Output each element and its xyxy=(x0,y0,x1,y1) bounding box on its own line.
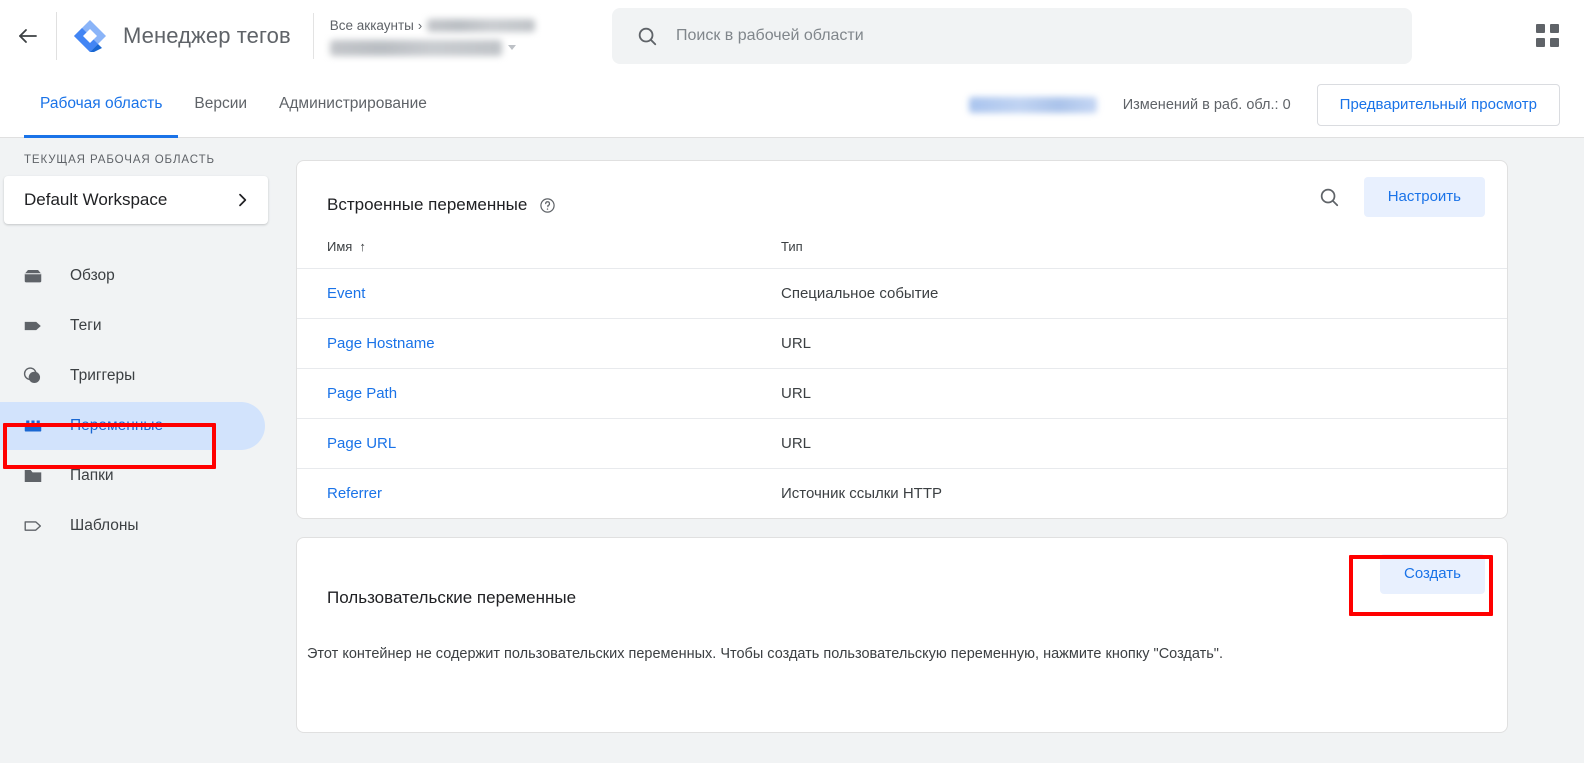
user-card-actions: Создать xyxy=(1379,554,1485,594)
back-arrow-icon[interactable] xyxy=(0,0,56,71)
table-row[interactable]: Page URL URL xyxy=(297,418,1507,469)
workspace-changes-count: Изменений в раб. обл.: 0 xyxy=(1122,96,1291,113)
top-header: Менеджер тегов Все аккаунты › xyxy=(0,0,1584,71)
variable-name-cell: Referrer xyxy=(297,469,781,519)
sidebar-item-label: Теги xyxy=(70,317,102,334)
folder-icon xyxy=(22,465,48,487)
tab-admin[interactable]: Администрирование xyxy=(263,71,443,138)
variable-type-cell: URL xyxy=(781,368,1507,419)
tab-list: Рабочая область Версии Администрирование xyxy=(24,71,443,138)
user-variables-empty-state: Этот контейнер не содержит пользовательс… xyxy=(307,646,1223,662)
tag-icon xyxy=(22,315,48,337)
tab-bar-actions: Изменений в раб. обл.: 0 Предварительный… xyxy=(968,71,1560,138)
submit-button-redacted[interactable] xyxy=(968,96,1097,113)
sidebar-item-variables[interactable]: Переменные xyxy=(0,402,265,450)
sidebar-item-label: Переменные xyxy=(70,417,164,434)
variable-link[interactable]: Page URL xyxy=(327,435,396,452)
sidebar-item-folders[interactable]: Папки xyxy=(0,452,296,500)
variable-name-cell: Event xyxy=(297,268,781,319)
builtin-card-actions: Настроить xyxy=(1314,177,1485,217)
current-workspace-label: ТЕКУЩАЯ РАБОЧАЯ ОБЛАСТЬ xyxy=(24,154,215,166)
table-row[interactable]: Page Path URL xyxy=(297,368,1507,419)
variable-link[interactable]: Event xyxy=(327,285,365,302)
variable-link[interactable]: Page Path xyxy=(327,385,397,402)
builtin-variables-title: Встроенные переменные xyxy=(327,195,528,214)
variable-link[interactable]: Referrer xyxy=(327,485,382,502)
search-input[interactable] xyxy=(676,27,1376,45)
sidebar-nav: Обзор Теги Триггеры Переменные Папки Шаб… xyxy=(0,252,296,550)
sidebar-item-templates[interactable]: Шаблоны xyxy=(0,502,296,550)
page-title: Менеджер тегов xyxy=(123,22,291,48)
sidebar-item-triggers[interactable]: Триггеры xyxy=(0,352,296,400)
apps-grid-dot xyxy=(1550,24,1559,33)
breadcrumb-all-accounts[interactable]: Все аккаунты xyxy=(330,18,414,33)
breadcrumb-line-accounts[interactable]: Все аккаунты › xyxy=(330,18,560,33)
variable-type-cell: URL xyxy=(781,418,1507,469)
tab-bar: Рабочая область Версии Администрирование… xyxy=(0,71,1584,138)
search-bar[interactable] xyxy=(612,8,1412,64)
create-button[interactable]: Создать xyxy=(1379,554,1485,594)
table-row[interactable]: Page Hostname URL xyxy=(297,318,1507,369)
column-header-type[interactable]: Тип xyxy=(781,223,1507,269)
apps-grid-dot xyxy=(1550,38,1559,47)
sidebar-item-overview[interactable]: Обзор xyxy=(0,252,296,300)
search-icon xyxy=(636,25,658,47)
tab-workspace[interactable]: Рабочая область xyxy=(24,71,179,138)
user-variables-title: Пользовательские переменные xyxy=(327,588,577,607)
sidebar-item-tags[interactable]: Теги xyxy=(0,302,296,350)
variable-type-cell: Источник ссылки HTTP xyxy=(781,485,943,502)
main-content: Встроенные переменные Настроить Имя ↑ Ти… xyxy=(296,138,1584,763)
preview-button[interactable]: Предварительный просмотр xyxy=(1316,83,1560,126)
google-tag-manager-logo xyxy=(73,19,107,53)
apps-grid-dot xyxy=(1536,38,1545,47)
builtin-variables-table: Имя ↑ Тип Event Специальное событие Page … xyxy=(297,223,1507,518)
table-row[interactable]: Event Специальное событие xyxy=(297,268,1507,319)
builtin-variables-card: Встроенные переменные Настроить Имя ↑ Ти… xyxy=(296,160,1508,519)
builtin-variables-header: Встроенные переменные Настроить xyxy=(297,161,1507,223)
search-icon[interactable] xyxy=(1314,182,1344,212)
table-row[interactable]: Referrer Источник ссылки HTTP xyxy=(297,469,1507,519)
title-separator xyxy=(312,12,314,59)
sort-ascending-icon: ↑ xyxy=(359,239,366,254)
trigger-icon xyxy=(22,365,48,387)
breadcrumb-account-name-redacted[interactable] xyxy=(427,18,536,32)
variable-type-cell: URL xyxy=(781,318,1507,369)
tab-versions[interactable]: Версии xyxy=(178,71,263,138)
chevron-down-icon[interactable] xyxy=(507,45,516,50)
chevron-right-icon: › xyxy=(417,17,423,33)
template-tag-icon xyxy=(22,515,48,537)
workspace-name: Default Workspace xyxy=(24,190,168,209)
overview-icon xyxy=(22,265,48,287)
variable-name-cell: Page Hostname xyxy=(297,318,781,369)
breadcrumb-container-name-redacted[interactable] xyxy=(329,39,502,56)
header-divider xyxy=(56,11,57,60)
apps-grid-dot xyxy=(1536,24,1545,33)
user-variables-card: Пользовательские переменные Создать Этот… xyxy=(296,537,1508,733)
sidebar-item-label: Обзор xyxy=(70,267,115,284)
apps-grid-icon[interactable] xyxy=(1536,24,1560,48)
variable-brick-icon xyxy=(22,415,48,437)
table-header-row: Имя ↑ Тип xyxy=(297,223,1507,269)
variable-name-cell: Page URL xyxy=(297,418,781,469)
sidebar-item-label: Триггеры xyxy=(70,367,136,384)
sidebar: ТЕКУЩАЯ РАБОЧАЯ ОБЛАСТЬ Default Workspac… xyxy=(0,138,296,763)
column-header-name-label: Имя xyxy=(327,239,353,254)
user-variables-header: Пользовательские переменные Создать xyxy=(297,538,1507,624)
configure-button[interactable]: Настроить xyxy=(1363,177,1485,217)
variable-name-cell: Page Path xyxy=(297,368,781,419)
sidebar-item-label: Шаблоны xyxy=(70,517,139,534)
workspace-selector-card[interactable]: Default Workspace xyxy=(4,176,268,224)
sidebar-item-label: Папки xyxy=(70,467,114,484)
column-header-name[interactable]: Имя ↑ xyxy=(297,223,781,269)
help-circle-icon[interactable] xyxy=(539,197,556,214)
chevron-right-icon xyxy=(234,192,250,208)
breadcrumb-container-selector[interactable] xyxy=(329,39,560,56)
variable-type-cell: Специальное событие xyxy=(781,268,1507,319)
breadcrumb[interactable]: Все аккаунты › xyxy=(329,0,560,71)
variable-link[interactable]: Page Hostname xyxy=(327,335,435,352)
